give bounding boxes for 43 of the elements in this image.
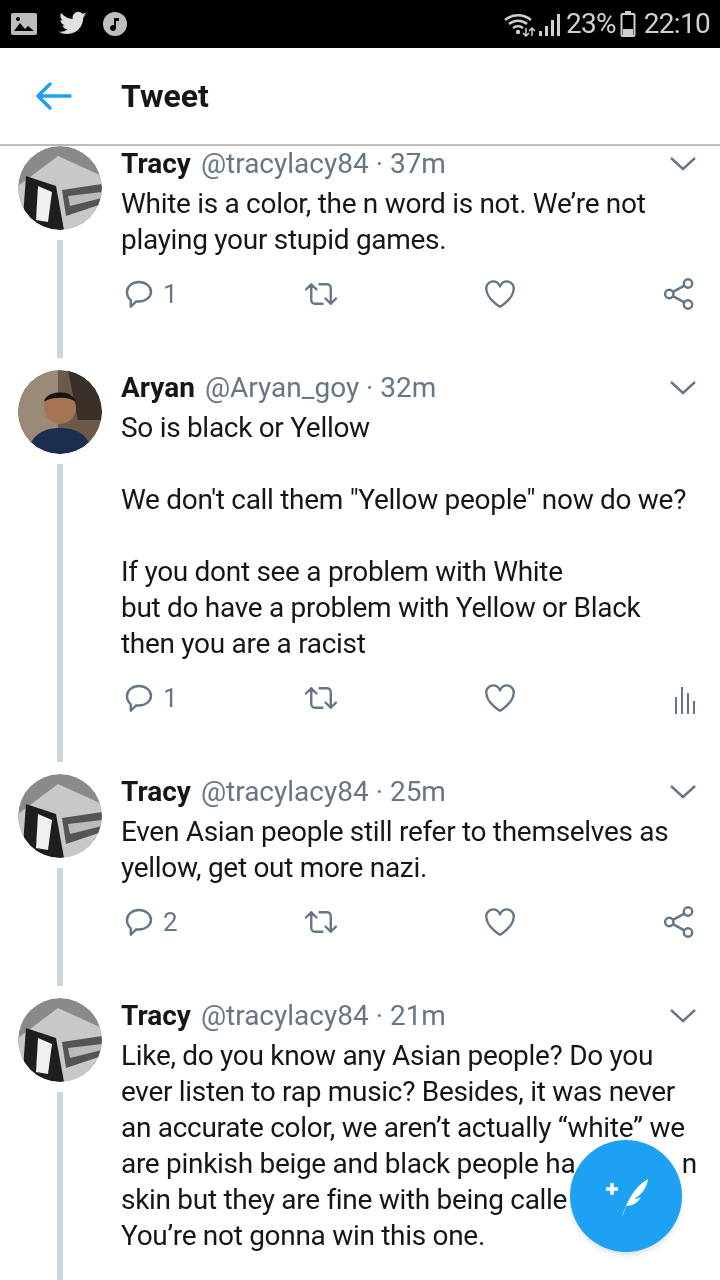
- tweet-text-line: Even Asian people still refer to themselves as: [121, 814, 669, 850]
- tweet-text-line: but do have a problem with Yellow or Black: [121, 590, 641, 626]
- tweet-text-line: If you dont see a problem with White: [121, 554, 563, 590]
- tweet-text-line: n: [681, 1146, 697, 1182]
- user-name[interactable]: Tracy: [121, 995, 191, 1037]
- battery-percentage: 23%: [565, 6, 616, 42]
- handle-and-time: @tracylacy84 · 25m: [200, 774, 446, 810]
- reply-count: 1: [163, 681, 178, 715]
- back-arrow-icon: [34, 81, 72, 111]
- handle-and-time: @tracylacy84 · 37m: [200, 146, 446, 182]
- user-name[interactable]: Tracy: [121, 771, 191, 813]
- tweet-text-line: then you are a racist: [121, 626, 366, 662]
- chevron-down-icon: [669, 380, 697, 396]
- music-note-icon: [102, 11, 128, 37]
- user-name[interactable]: Tracy: [121, 143, 191, 185]
- handle-and-time: @tracylacy84 · 21m: [200, 998, 446, 1034]
- tweet-text-line: are pinkish beige and black people ha: [121, 1146, 576, 1182]
- chevron-down-icon: [669, 784, 697, 800]
- reply-button[interactable]: 2: [121, 902, 178, 942]
- reply-button[interactable]: 1: [121, 678, 178, 718]
- battery-icon: [619, 10, 636, 38]
- chevron-down-icon: [669, 1008, 697, 1024]
- reply-count: 2: [163, 905, 178, 939]
- tweet-text-line: We don't call them "Yellow people" now do we?: [121, 482, 687, 518]
- user-name[interactable]: Aryan: [121, 367, 195, 409]
- tweet-text-line: White is a color, the n word is not. We’re not: [121, 186, 646, 222]
- clock: 22:10: [643, 6, 710, 42]
- handle-and-time: @Aryan_goy · 32m: [204, 370, 437, 406]
- reply-button[interactable]: 1: [121, 274, 178, 314]
- reply-count: 1: [163, 277, 178, 311]
- bird-icon: [58, 11, 88, 37]
- page-title: Tweet: [121, 76, 209, 117]
- tweet-text-line: You’re not gonna win this one.: [121, 1218, 485, 1254]
- tweet-text-line: an accurate color, we aren’t actually “white” we: [121, 1110, 685, 1146]
- gallery-icon: [10, 12, 38, 36]
- signal-icon: [537, 11, 562, 37]
- chevron-down-icon: [669, 156, 697, 172]
- tweet-text-line: So is black or Yellow: [121, 410, 370, 446]
- tweet-text-line: ever listen to rap music? Besides, it was never: [121, 1074, 675, 1110]
- tweet-text-line: skin but they are fine with being calle: [121, 1182, 568, 1218]
- tweet-text-line: playing your stupid games.: [121, 222, 447, 258]
- tweet-text-line: yellow, get out more nazi.: [121, 850, 427, 886]
- tweet-text-line: Like, do you know any Asian people? Do you: [121, 1038, 654, 1074]
